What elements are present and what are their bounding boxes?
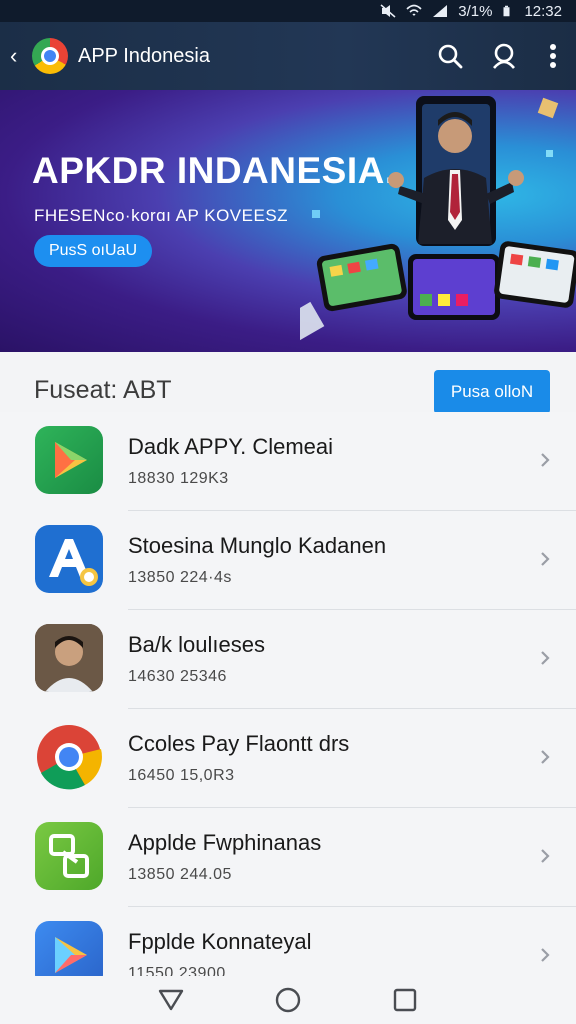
- app-meta: 13850 224·4s: [128, 569, 232, 586]
- app-title: Fpplde Konnateyal: [128, 929, 312, 954]
- app-list: Dadk APPY. Clemeai 18830 129K3 Stoesina …: [0, 412, 576, 1006]
- mute-icon: [380, 4, 396, 18]
- app-title: APP Indonesia: [78, 44, 210, 67]
- battery-icon: [503, 5, 510, 17]
- chevron-right-icon: [541, 651, 550, 665]
- search-button[interactable]: [430, 36, 470, 76]
- person-photo-icon: [35, 624, 103, 692]
- list-item[interactable]: Ccoles Pay Flaontt drs 16450 15,0R3: [0, 709, 576, 808]
- list-item[interactable]: Dadk APPY. Clemeai 18830 129K3: [0, 412, 576, 511]
- nav-back-button[interactable]: [151, 980, 191, 1020]
- app-meta: 16450 15,0R3: [128, 767, 235, 784]
- app-title: Dadk APPY. Clemeai: [128, 434, 334, 459]
- banner-button[interactable]: PusS oıUaU: [34, 235, 152, 267]
- more-options-button[interactable]: [538, 36, 568, 76]
- app-bar: ‹ APP Indonesia: [0, 22, 576, 90]
- app-letter-a-icon: [35, 525, 103, 593]
- chevron-right-icon: [541, 948, 550, 962]
- system-nav-bar: [0, 976, 576, 1024]
- recents-square-icon: [394, 988, 417, 1012]
- nav-recents-button[interactable]: [385, 980, 425, 1020]
- back-triangle-icon: [158, 989, 183, 1011]
- app-title: Ba/k loulıeses: [128, 632, 265, 657]
- app-title: Applde Fwphinanas: [128, 830, 322, 855]
- chevron-right-icon: [541, 750, 550, 764]
- banner-illustration: [300, 96, 576, 347]
- app-meta: 14630 25346: [128, 668, 227, 685]
- chrome-icon: [35, 723, 103, 791]
- list-item[interactable]: Stoesina Munglo Kadanen 13850 224·4s: [0, 511, 576, 610]
- nav-home-button[interactable]: [268, 980, 308, 1020]
- app-logo: [32, 38, 68, 74]
- banner-subtitle: FHESENco·korɑı AP KOVEESZ: [34, 206, 289, 225]
- account-search-icon: [493, 43, 515, 69]
- chevron-right-icon: [541, 453, 550, 467]
- home-circle-icon: [275, 987, 301, 1013]
- list-item[interactable]: Applde Fwphinanas 13850 244.05: [0, 808, 576, 907]
- section-action-button[interactable]: Pusa olloN: [434, 370, 550, 414]
- app-meta: 18830 129K3: [128, 470, 229, 487]
- green-app-icon: [35, 822, 103, 890]
- more-vert-icon: [550, 44, 556, 68]
- section-title: Fuseat: ABT: [34, 376, 172, 404]
- play-store-icon: [35, 426, 103, 494]
- app-title: Ccoles Pay Flaontt drs: [128, 731, 350, 756]
- signal-icon: [433, 5, 448, 17]
- back-arrow-icon[interactable]: ‹: [10, 45, 32, 67]
- app-title: Stoesina Munglo Kadanen: [128, 533, 387, 558]
- signal-text: 3/1%: [458, 2, 493, 20]
- promo-banner[interactable]: APKDR INDANESIA. FHESENco·korɑı AP KOVEE…: [0, 90, 576, 352]
- app-meta: 13850 244.05: [128, 866, 232, 883]
- chevron-right-icon: [541, 849, 550, 863]
- list-item[interactable]: Ba/k loulıeses 14630 25346: [0, 610, 576, 709]
- status-bar: 3/1% 12:32: [0, 0, 576, 22]
- account-search-button[interactable]: [484, 36, 524, 76]
- search-icon: [438, 44, 463, 69]
- clock: 12:32: [524, 2, 562, 20]
- chevron-right-icon: [541, 552, 550, 566]
- wifi-icon: [406, 4, 422, 16]
